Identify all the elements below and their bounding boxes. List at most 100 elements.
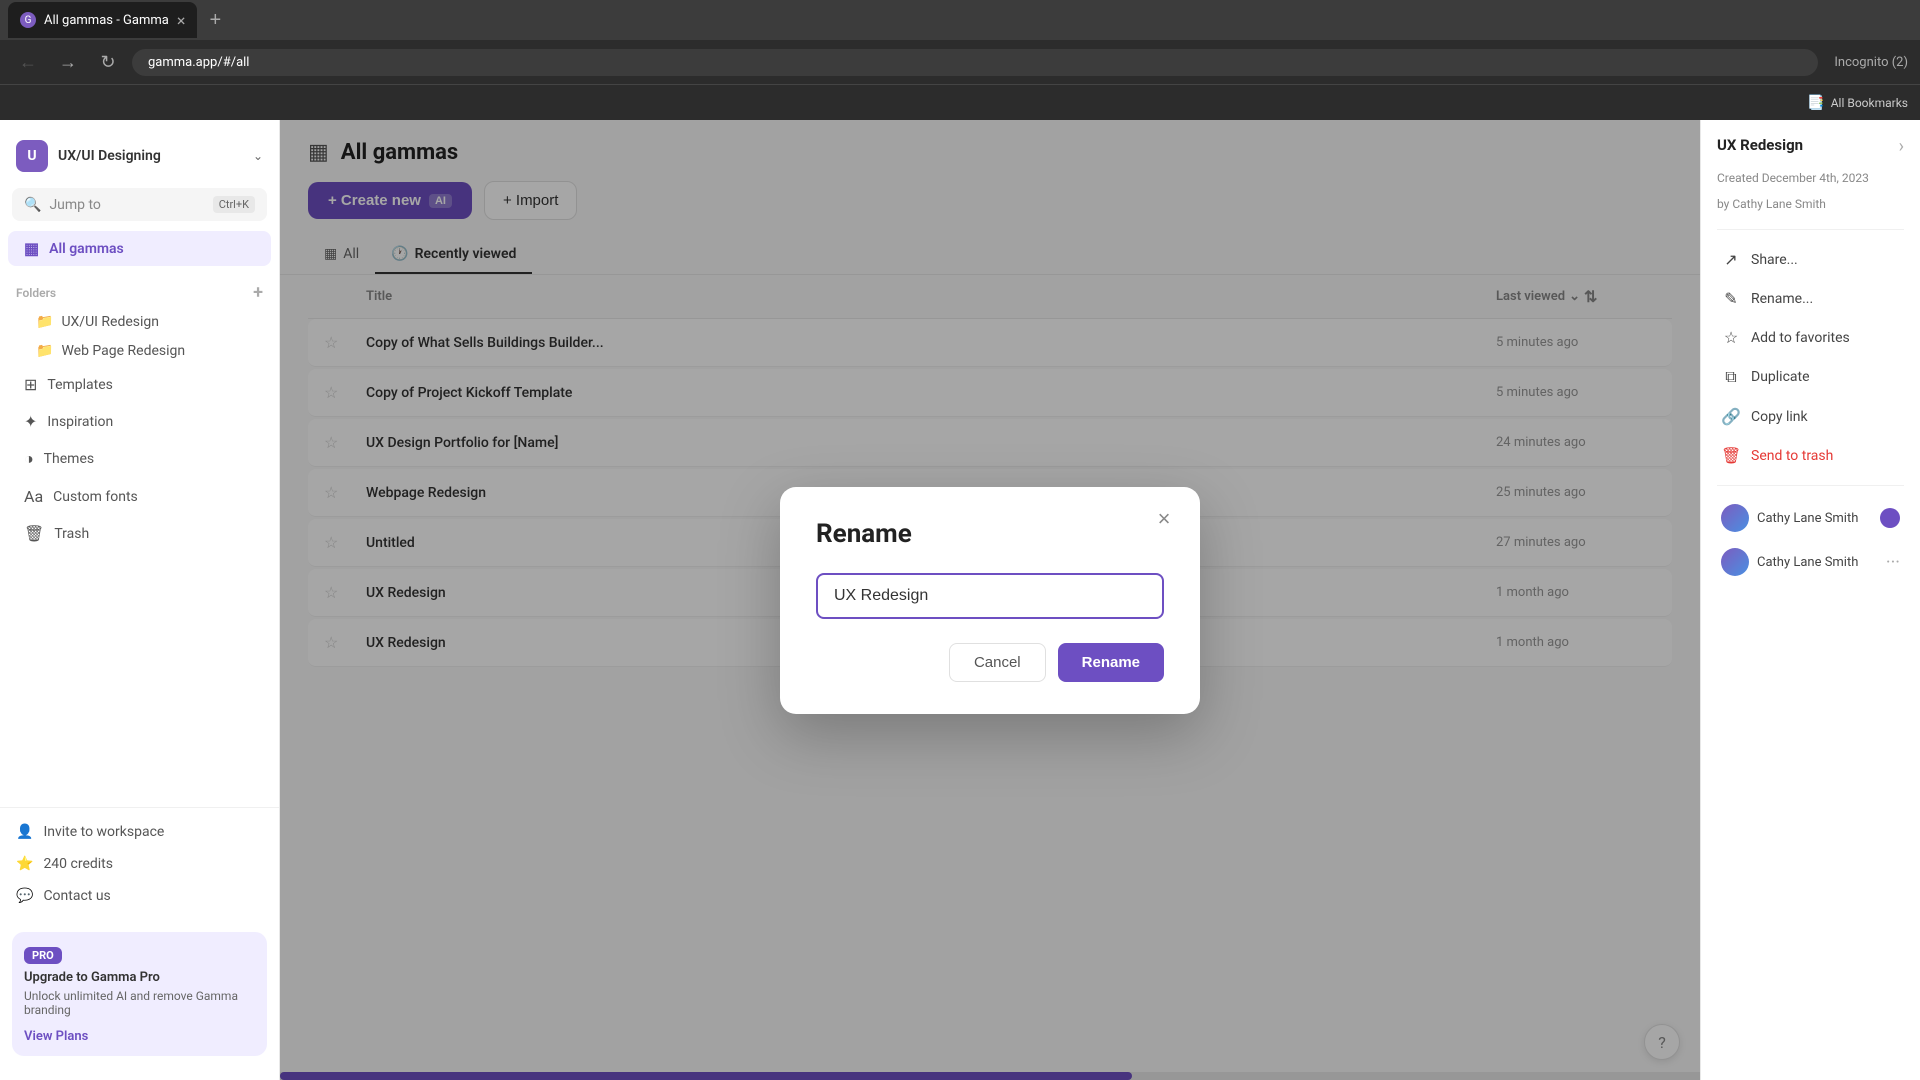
sidebar-item-invite[interactable]: 👤 Invite to workspace [0, 816, 279, 848]
rename-button[interactable]: Rename [1058, 643, 1164, 682]
tab-close-btn[interactable]: × [177, 11, 186, 30]
context-menu-send-to-trash[interactable]: 🗑 Send to trash [1717, 438, 1904, 473]
search-placeholder: Jump to [49, 197, 100, 213]
rename-icon: ✎ [1721, 289, 1741, 308]
workspace-selector[interactable]: U UX/UI Designing ⌄ [0, 132, 279, 180]
search-shortcut: Ctrl+K [213, 196, 255, 213]
shared-user-2[interactable]: Cathy Lane Smith ··· [1717, 542, 1904, 582]
shared-user-1[interactable]: Cathy Lane Smith [1717, 498, 1904, 538]
main-content: ▦ All gammas + Create new AI + Import ▦ … [280, 120, 1700, 1080]
trash-icon: 🗑 [1721, 446, 1741, 465]
folder-icon: 📁 [36, 314, 53, 330]
back-btn[interactable]: ← [12, 46, 44, 78]
add-folder-btn[interactable]: + [253, 282, 263, 303]
bookmarks-bar: 📑 All Bookmarks [0, 84, 1920, 120]
sidebar-item-inspiration[interactable]: ✦ Inspiration [8, 404, 271, 439]
sidebar-item-custom-fonts[interactable]: Aa Custom fonts [8, 479, 271, 514]
rename-modal: × Rename Cancel Rename [780, 487, 1200, 714]
all-gammas-icon: ▦ [24, 239, 39, 258]
folders-section-label: Folders [16, 286, 56, 300]
sidebar-item-all-gammas[interactable]: ▦ All gammas [8, 231, 271, 266]
user-options-icon[interactable]: ··· [1886, 552, 1900, 573]
modal-close-btn[interactable]: × [1148, 503, 1180, 535]
sidebar-item-label: Inspiration [47, 414, 113, 430]
upgrade-banner: PRO Upgrade to Gamma Pro Unlock unlimite… [12, 932, 267, 1056]
divider [1717, 485, 1904, 486]
forward-btn[interactable]: → [52, 46, 84, 78]
folder-icon: 📁 [36, 343, 53, 359]
sidebar-bottom: 👤 Invite to workspace ⭐ 240 credits 💬 Co… [0, 807, 279, 920]
right-panel-header: UX Redesign › [1717, 136, 1904, 157]
right-panel: UX Redesign › Created December 4th, 2023… [1700, 120, 1920, 1080]
tab-favicon: G [20, 12, 36, 28]
context-menu-duplicate[interactable]: ⧉ Duplicate [1717, 359, 1904, 395]
right-panel-title: UX Redesign [1717, 136, 1803, 154]
sidebar-item-templates[interactable]: ⊞ Templates [8, 367, 271, 402]
workspace-avatar: U [16, 140, 48, 172]
search-icon: 🔍 [24, 197, 41, 213]
new-tab-btn[interactable]: + [201, 6, 229, 34]
sidebar-item-themes[interactable]: ◑ Themes [8, 441, 271, 477]
sidebar-item-contact[interactable]: 💬 Contact us [0, 880, 279, 912]
credits-icon: ⭐ [16, 856, 33, 872]
incognito-indicator: Incognito (2) [1834, 55, 1908, 70]
cancel-button[interactable]: Cancel [949, 643, 1046, 682]
add-favorites-label: Add to favorites [1751, 330, 1850, 346]
trash-icon: 🗑 [24, 524, 44, 543]
inspiration-icon: ✦ [24, 412, 37, 431]
user-avatar [1721, 548, 1749, 576]
user-badge [1880, 508, 1900, 528]
credits-label: 240 credits [43, 856, 113, 872]
send-to-trash-label: Send to trash [1751, 448, 1833, 464]
sidebar-item-label-all-gammas: All gammas [49, 241, 124, 257]
invite-icon: 👤 [16, 824, 33, 840]
sidebar-item-ux-ui-redesign[interactable]: 📁 UX/UI Redesign [8, 308, 271, 336]
sidebar-item-label: Custom fonts [53, 489, 138, 505]
sidebar-item-web-page-redesign[interactable]: 📁 Web Page Redesign [8, 337, 271, 365]
view-plans-link[interactable]: View Plans [24, 1029, 88, 1044]
search-bar[interactable]: 🔍 Jump to Ctrl+K [12, 188, 267, 221]
active-tab[interactable]: G All gammas - Gamma × [8, 2, 197, 38]
user-avatar [1721, 504, 1749, 532]
app-layout: U UX/UI Designing ⌄ 🔍 Jump to Ctrl+K ▦ A… [0, 120, 1920, 1080]
pro-badge: PRO [24, 947, 62, 964]
sidebar-item-label: Trash [54, 526, 89, 542]
user-name: Cathy Lane Smith [1757, 555, 1878, 570]
templates-icon: ⊞ [24, 375, 37, 394]
browser-controls: ← → ↻ gamma.app/#/all Incognito (2) [0, 40, 1920, 84]
context-menu-copy-link[interactable]: 🔗 Copy link [1717, 399, 1904, 434]
address-bar[interactable]: gamma.app/#/all [132, 49, 1818, 76]
folders-section: Folders + [0, 274, 279, 307]
sidebar-item-label: Themes [44, 451, 94, 467]
copy-link-label: Copy link [1751, 409, 1808, 425]
context-menu-rename[interactable]: ✎ Rename... [1717, 281, 1904, 316]
upgrade-title: Upgrade to Gamma Pro [24, 970, 255, 985]
sidebar-item-trash[interactable]: 🗑 Trash [8, 516, 271, 551]
sidebar-nav: ▦ All gammas Folders + 📁 UX/UI Redesign … [0, 229, 279, 807]
rename-input[interactable] [816, 573, 1164, 619]
sidebar: U UX/UI Designing ⌄ 🔍 Jump to Ctrl+K ▦ A… [0, 120, 280, 1080]
workspace-name: UX/UI Designing [58, 148, 243, 164]
refresh-btn[interactable]: ↻ [92, 46, 124, 78]
right-panel-created-by: by Cathy Lane Smith [1717, 195, 1904, 213]
context-menu-add-favorites[interactable]: ☆ Add to favorites [1717, 320, 1904, 355]
url-text: gamma.app/#/all [148, 55, 249, 70]
right-panel-created: Created December 4th, 2023 [1717, 169, 1904, 187]
pro-badge-text: PRO [32, 949, 54, 962]
modal-title: Rename [816, 519, 1164, 549]
duplicate-label: Duplicate [1751, 369, 1810, 385]
modal-overlay[interactable]: × Rename Cancel Rename [280, 120, 1700, 1080]
browser-chrome: G All gammas - Gamma × + ← → ↻ gamma.app… [0, 0, 1920, 120]
invite-label: Invite to workspace [43, 824, 164, 840]
themes-icon: ◑ [24, 449, 34, 469]
share-icon: ↗ [1721, 250, 1741, 269]
context-menu-share[interactable]: ↗ Share... [1717, 242, 1904, 277]
folder-label: UX/UI Redesign [61, 314, 159, 330]
right-panel-collapse-btn[interactable]: › [1899, 136, 1904, 157]
custom-fonts-icon: Aa [24, 487, 43, 506]
favorites-icon: ☆ [1721, 328, 1741, 347]
contact-icon: 💬 [16, 888, 33, 904]
upgrade-desc: Unlock unlimited AI and remove Gamma bra… [24, 989, 255, 1017]
copy-link-icon: 🔗 [1721, 407, 1741, 426]
sidebar-item-credits: ⭐ 240 credits [0, 848, 279, 880]
